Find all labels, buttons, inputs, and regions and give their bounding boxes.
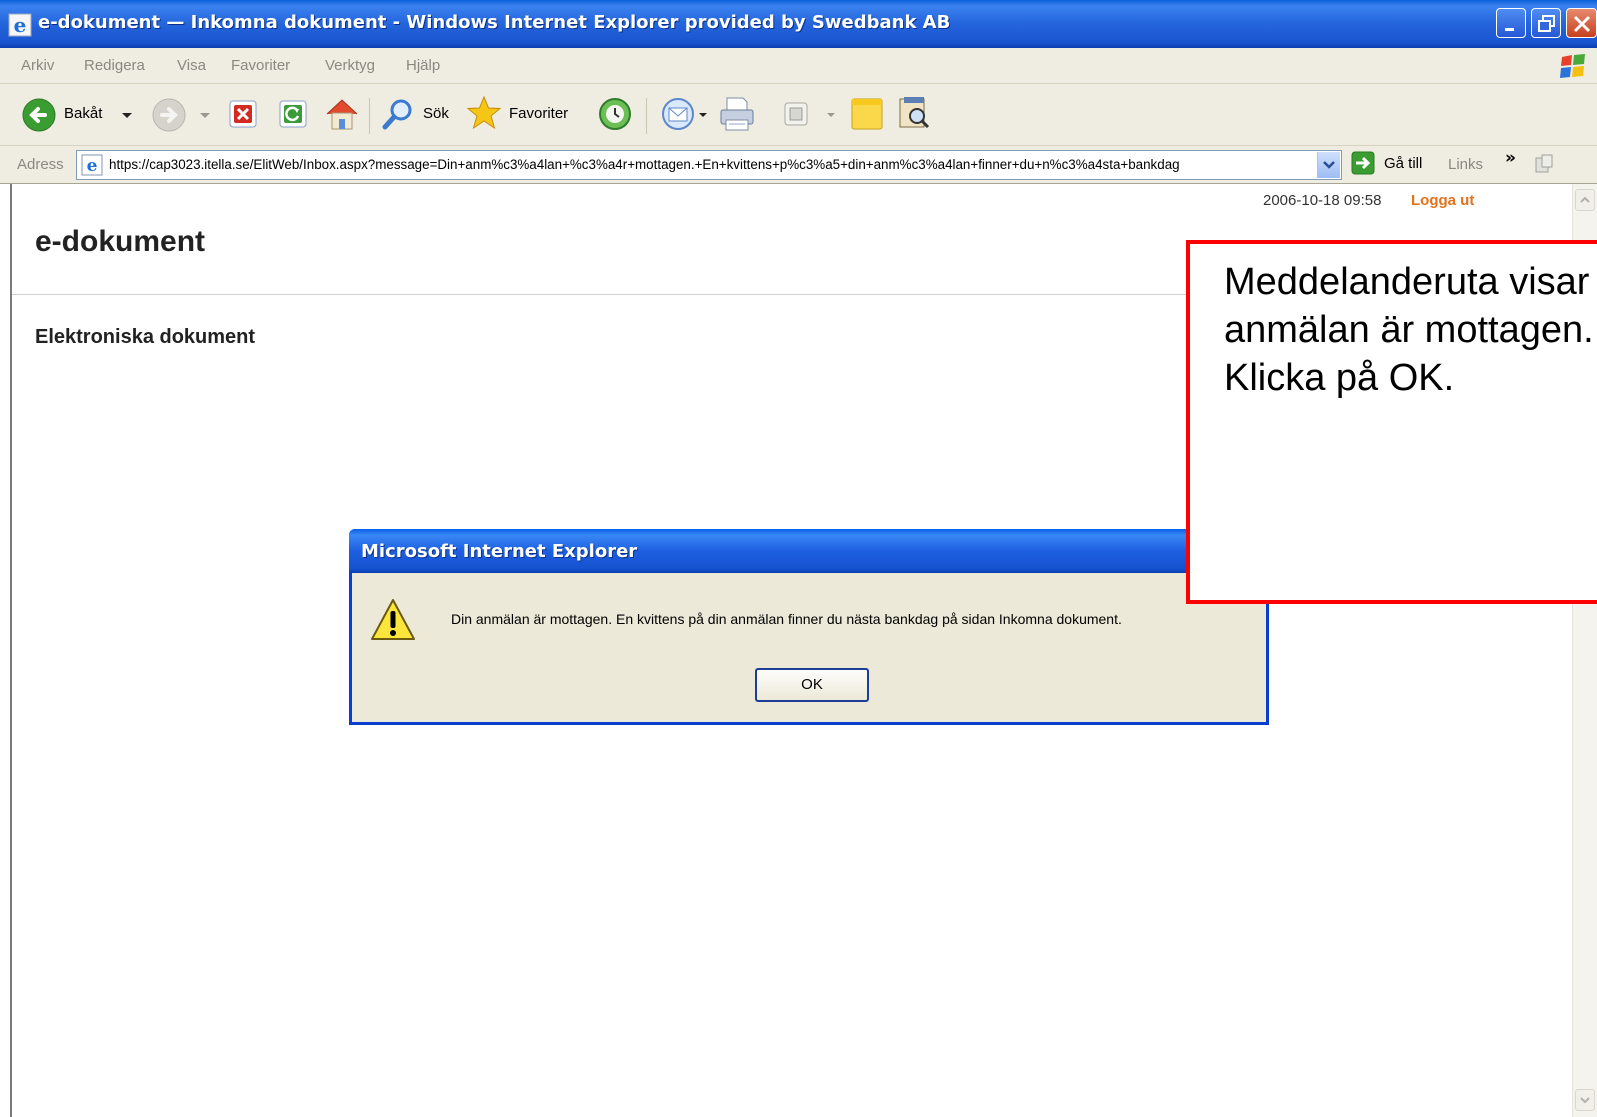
close-icon	[1573, 15, 1591, 33]
annotation-callout: Meddelanderuta visar att anmälan är mott…	[1186, 240, 1597, 604]
restore-icon	[1538, 15, 1555, 32]
forward-arrow-icon[interactable]	[152, 98, 186, 132]
search-icon[interactable]	[381, 97, 415, 131]
minimize-icon	[1505, 28, 1514, 31]
stop-icon[interactable]	[227, 98, 259, 130]
scroll-up-button[interactable]	[1575, 189, 1595, 211]
dialog-titlebar: Microsoft Internet Explorer	[349, 529, 1269, 573]
mail-icon[interactable]	[660, 96, 696, 132]
dialog-body: Din anmälan är mottagen. En kvittens på …	[352, 573, 1266, 722]
links-chevron[interactable]: »	[1505, 148, 1516, 168]
svg-text:e: e	[87, 156, 98, 176]
menu-bar: Arkiv Redigera Visa Favoriter Verktyg Hj…	[0, 48, 1597, 84]
home-icon[interactable]	[324, 96, 360, 132]
links-label[interactable]: Links	[1448, 156, 1483, 173]
go-arrow-icon[interactable]	[1351, 151, 1375, 175]
close-button[interactable]	[1566, 8, 1597, 38]
window-title: e-dokument — Inkomna dokument - Windows …	[38, 12, 951, 33]
menu-redigera[interactable]: Redigera	[84, 57, 145, 74]
note-icon[interactable]	[849, 96, 885, 132]
session-datetime: 2006-10-18 09:58	[1263, 192, 1382, 209]
toolbar-separator	[369, 98, 370, 134]
minimize-button[interactable]	[1496, 8, 1526, 38]
svg-text:e: e	[14, 13, 27, 37]
window-titlebar: e e-dokument — Inkomna dokument - Window…	[0, 0, 1597, 48]
page-icon: e	[81, 154, 103, 176]
research-icon[interactable]	[895, 94, 933, 132]
address-url[interactable]: https://cap3023.itella.se/ElitWeb/Inbox.…	[109, 157, 1309, 172]
favorites-label[interactable]: Favoriter	[509, 105, 568, 122]
restore-button[interactable]	[1531, 8, 1561, 38]
menu-favoriter[interactable]: Favoriter	[231, 57, 290, 74]
ok-button[interactable]: OK	[755, 668, 869, 702]
alert-dialog: Microsoft Internet Explorer Din anmälan …	[349, 529, 1269, 725]
history-icon[interactable]	[597, 96, 633, 132]
standard-toolbar: Bakåt Sök Favoriter	[0, 84, 1597, 146]
dialog-title: Microsoft Internet Explorer	[361, 541, 638, 562]
back-label[interactable]: Bakåt	[64, 105, 102, 122]
address-label: Adress	[17, 156, 64, 173]
menu-visa[interactable]: Visa	[177, 57, 206, 74]
menu-hjalp[interactable]: Hjälp	[406, 57, 440, 74]
mail-dropdown-icon[interactable]	[698, 112, 708, 119]
search-label[interactable]: Sök	[423, 105, 449, 122]
logout-link[interactable]: Logga ut	[1411, 192, 1474, 209]
warning-icon	[371, 599, 415, 640]
address-dropdown-button[interactable]	[1317, 152, 1340, 178]
chevron-up-icon	[1580, 196, 1590, 203]
print-icon[interactable]	[717, 94, 757, 134]
favorites-star-icon[interactable]	[466, 95, 502, 131]
chevron-down-icon	[1323, 161, 1335, 169]
back-dropdown-icon[interactable]	[121, 112, 133, 120]
menu-verktyg[interactable]: Verktyg	[325, 57, 375, 74]
chevron-down-icon	[1580, 1097, 1590, 1104]
back-arrow-icon[interactable]	[22, 98, 56, 132]
go-button-label[interactable]: Gå till	[1384, 155, 1422, 172]
windows-logo-icon	[1558, 52, 1588, 80]
address-input[interactable]: e https://cap3023.itella.se/ElitWeb/Inbo…	[76, 150, 1342, 180]
forward-dropdown-icon[interactable]	[199, 112, 211, 120]
edit-page-icon[interactable]	[782, 100, 810, 128]
page-title: e-dokument	[35, 225, 206, 258]
refresh-icon[interactable]	[277, 98, 309, 130]
scroll-down-button[interactable]	[1575, 1089, 1595, 1111]
ie-logo-icon: e	[8, 13, 32, 37]
menu-arkiv[interactable]: Arkiv	[21, 57, 54, 74]
callout-text: Meddelanderuta visar att anmälan är mott…	[1224, 261, 1597, 399]
section-title: Elektroniska dokument	[35, 326, 256, 348]
toolbar-separator	[646, 98, 647, 134]
dialog-message: Din anmälan är mottagen. En kvittens på …	[451, 611, 1122, 627]
edit-dropdown-icon[interactable]	[826, 112, 836, 119]
extension-icon[interactable]	[1533, 153, 1555, 175]
